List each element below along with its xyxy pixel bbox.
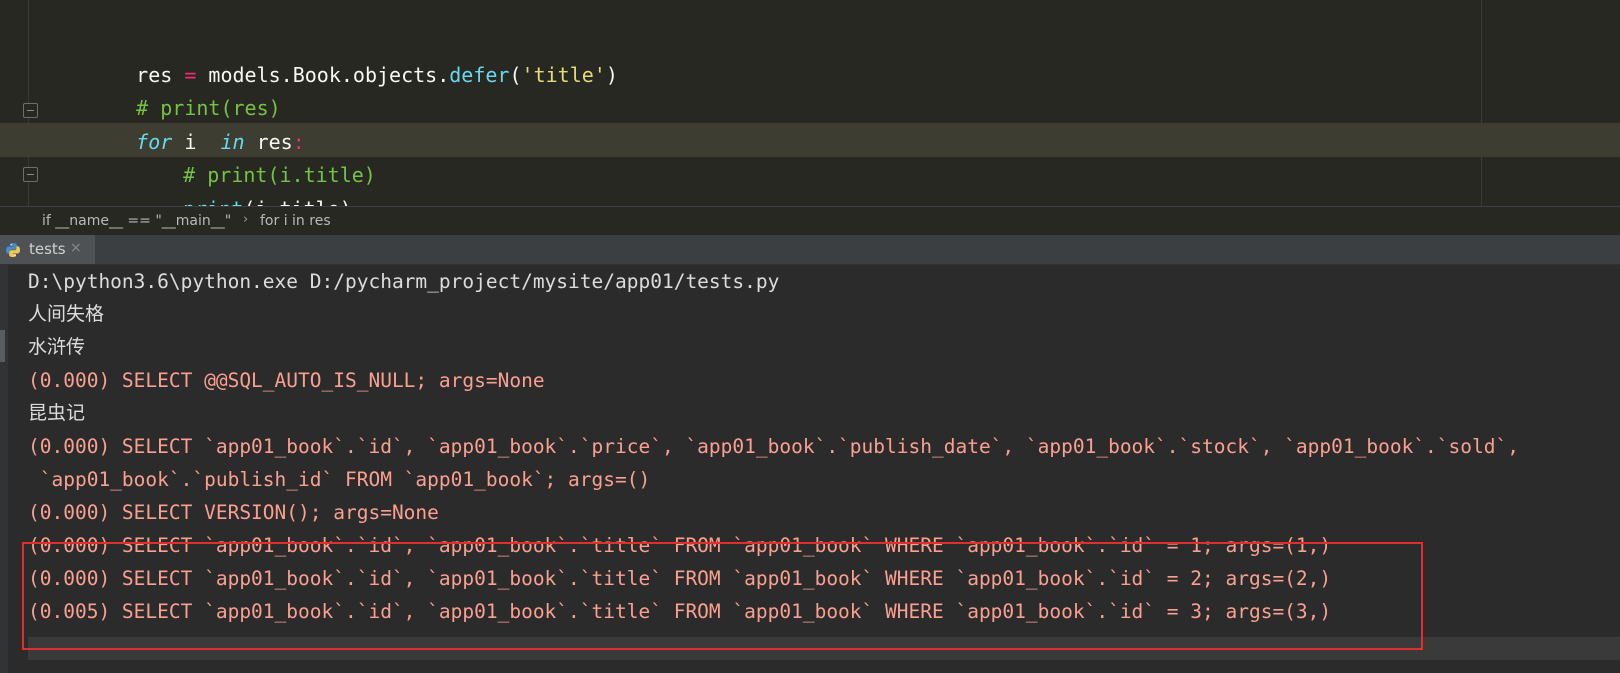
breadcrumb-separator: › [243,212,249,227]
code-token: ) [605,63,618,87]
console-line-sql: `app01_book`.`publish_id` FROM `app01_bo… [28,468,651,491]
fold-open-icon[interactable] [23,103,38,118]
right-margin-guide [1481,0,1482,206]
code-token: ( [509,63,522,87]
close-icon[interactable]: × [70,240,82,256]
console-line-output: 昆虫记 [28,402,86,424]
console-line-sql: (0.000) SELECT `app01_book`.`id`, `app01… [28,435,1519,458]
code-line[interactable]: # print(res) [88,57,281,120]
tab-tests[interactable]: tests × [0,235,95,264]
run-tool-window-tabbar: tests × [0,235,1620,265]
tab-label: tests [29,240,66,258]
code-editor[interactable]: res = models.Book.objects.defer('title')… [0,0,1620,206]
code-token: (i.title) [243,197,351,206]
breadcrumb-item-main[interactable]: if __name__ == "__main__" [42,213,231,229]
breadcrumb: if __name__ == "__main__" › for i in res [0,206,1620,236]
python-icon [6,243,20,257]
console-line-sql: (0.000) SELECT VERSION(); args=None [28,501,439,524]
code-line[interactable]: for i in res: [88,91,305,154]
annotation-highlight-box [22,542,1423,650]
console-line-output: 水浒传 [28,336,86,358]
code-line[interactable]: print(i.title) [135,158,352,206]
breadcrumb-item-loop[interactable]: for i in res [260,213,331,229]
console-line-output: 人间失格 [28,303,105,325]
code-line[interactable]: # print(i.title) [135,124,376,187]
fold-close-icon[interactable] [23,167,38,182]
code-token: defer [449,63,510,87]
console-line-command: D:\python3.6\python.exe D:/pycharm_proje… [28,270,780,293]
console-gutter [0,265,8,673]
console-scroll-handle[interactable] [0,330,5,362]
code-token: print [183,197,243,206]
console-line-sql: (0.000) SELECT @@SQL_AUTO_IS_NULL; args=… [28,369,545,392]
code-line[interactable]: res = models.Book.objects.defer('title') [88,24,618,87]
code-token: 'title' [521,63,606,87]
